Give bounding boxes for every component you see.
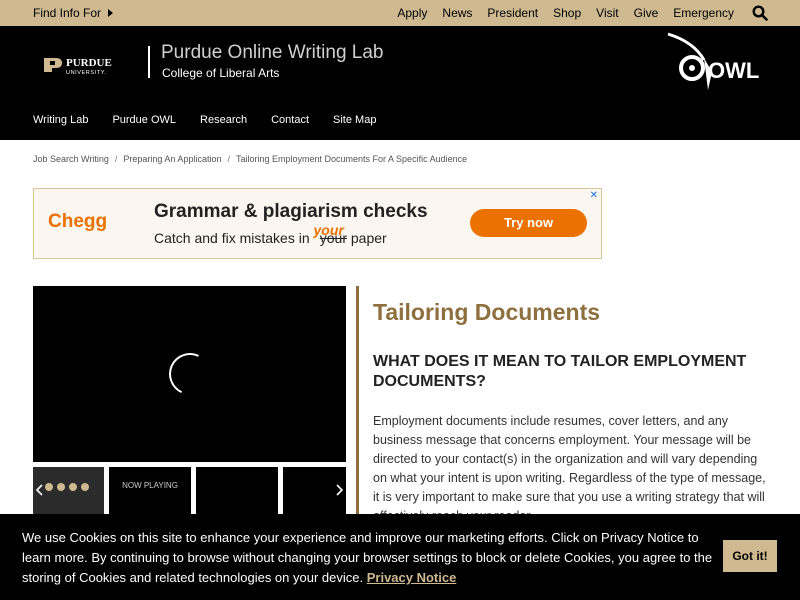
cookie-banner: We use Cookies on this site to enhance y… xyxy=(0,514,800,600)
thumbnail-graphic xyxy=(45,483,89,491)
utility-link-visit[interactable]: Visit xyxy=(596,6,618,20)
article-accent-rule xyxy=(356,286,359,518)
ad-subline-after: paper xyxy=(350,230,387,246)
utility-links: Apply News President Shop Visit Give Eme… xyxy=(397,6,734,20)
article-paragraph: Employment documents include resumes, co… xyxy=(373,414,766,523)
nav-purdue-owl[interactable]: Purdue OWL xyxy=(112,114,176,126)
playlist-thumbnail[interactable] xyxy=(196,467,278,517)
ad-close-icon[interactable]: ✕ xyxy=(590,190,598,201)
breadcrumb-job-search-writing[interactable]: Job Search Writing xyxy=(33,154,109,164)
now-playing-label: NOW PLAYING xyxy=(122,481,178,490)
caret-right-icon xyxy=(108,9,114,17)
nav-writing-lab[interactable]: Writing Lab xyxy=(33,114,88,126)
article-title: Tailoring Documents xyxy=(373,299,601,325)
utility-link-shop[interactable]: Shop xyxy=(553,6,581,20)
utility-link-apply[interactable]: Apply xyxy=(397,6,427,20)
find-info-for-menu[interactable]: Find Info For xyxy=(33,6,114,20)
chegg-logo: Chegg xyxy=(48,211,108,232)
privacy-notice-link[interactable]: Privacy Notice xyxy=(367,570,457,585)
breadcrumb-separator: / xyxy=(114,154,118,164)
svg-text:OWL: OWL xyxy=(708,58,759,83)
nav-contact[interactable]: Contact xyxy=(271,114,309,126)
cookie-message: We use Cookies on this site to enhance y… xyxy=(22,528,716,588)
nav-research[interactable]: Research xyxy=(200,114,247,126)
utility-link-give[interactable]: Give xyxy=(634,6,659,20)
svg-text:PURDUE: PURDUE xyxy=(66,57,112,69)
breadcrumb-preparing-application[interactable]: Preparing An Application xyxy=(123,154,221,164)
advertisement-banner[interactable]: ✕ Chegg Grammar & plagiarism checks Catc… xyxy=(33,188,602,259)
chevron-right-icon[interactable] xyxy=(336,484,344,496)
breadcrumb-current-page: Tailoring Employment Documents For A Spe… xyxy=(235,154,468,164)
breadcrumb-separator: / xyxy=(227,154,230,164)
utility-link-emergency[interactable]: Emergency xyxy=(673,6,734,20)
ad-subline-before: Catch and fix mistakes in xyxy=(154,230,314,246)
breadcrumb: Job Search Writing / Preparing An Applic… xyxy=(33,154,467,164)
ad-subline: Catch and fix mistakes in your your pape… xyxy=(154,222,387,246)
svg-text:UNIVERSITY.: UNIVERSITY. xyxy=(66,70,106,76)
ad-headline: Grammar & plagiarism checks xyxy=(154,201,428,222)
ad-try-now-button[interactable]: Try now xyxy=(470,209,587,237)
purdue-logo[interactable]: PURDUE UNIVERSITY. xyxy=(42,54,134,76)
article-heading: WHAT DOES IT MEAN TO TAILOR EMPLOYMENT D… xyxy=(373,353,747,390)
chevron-left-icon[interactable] xyxy=(35,484,43,496)
utility-link-president[interactable]: President xyxy=(487,6,538,20)
find-info-label: Find Info For xyxy=(33,6,102,20)
owl-logo[interactable]: OWL xyxy=(664,32,764,94)
utility-bar: Find Info For Apply News President Shop … xyxy=(0,0,800,26)
ad-subline-handwritten: your xyxy=(313,222,344,238)
site-header: PURDUE UNIVERSITY. Purdue Online Writing… xyxy=(0,26,800,140)
utility-link-news[interactable]: News xyxy=(442,6,472,20)
site-subtitle[interactable]: College of Liberal Arts xyxy=(162,66,279,80)
video-playlist: NOW PLAYING xyxy=(33,467,346,517)
search-icon[interactable] xyxy=(752,5,768,21)
header-divider xyxy=(148,46,150,78)
site-title[interactable]: Purdue Online Writing Lab xyxy=(161,42,384,64)
main-nav: Writing Lab Purdue OWL Research Contact … xyxy=(33,114,376,126)
playlist-thumbnail-current[interactable]: NOW PLAYING xyxy=(109,467,191,517)
cookie-accept-button[interactable]: Got it! xyxy=(723,540,777,572)
nav-site-map[interactable]: Site Map xyxy=(333,114,376,126)
playlist-thumbnail[interactable] xyxy=(33,467,104,517)
